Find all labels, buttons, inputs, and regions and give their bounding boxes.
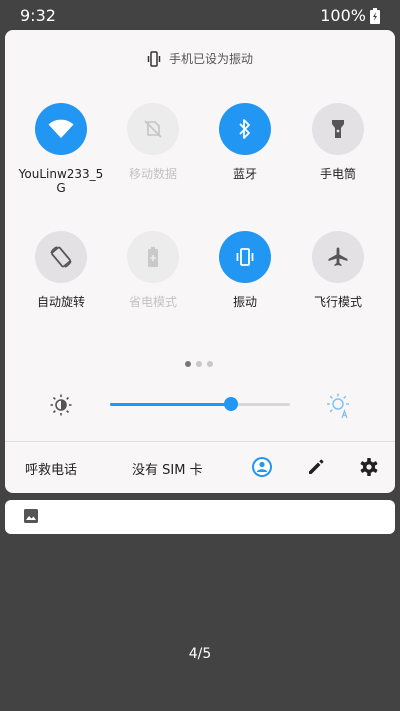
vibrate-icon (147, 50, 161, 67)
flashlight-icon (332, 120, 344, 138)
tile-airplane-mode-button[interactable] (312, 231, 364, 283)
status-bar: 9:32 100% (0, 0, 400, 30)
ringer-mode-text: 手机已设为振动 (168, 52, 253, 66)
tile-battery-saver-button[interactable] (127, 231, 179, 283)
tile-mobile-data-button[interactable] (127, 103, 179, 155)
tile-mobile-data-label: 移动数据 (128, 167, 177, 181)
wifi-icon (48, 119, 74, 138)
edit-pencil-icon[interactable] (305, 456, 327, 478)
tile-vibrate-button[interactable] (219, 231, 271, 283)
brightness-slider-thumb[interactable] (223, 397, 238, 411)
battery-percent: 100% (320, 6, 366, 25)
tile-vibrate[interactable]: 振动 (199, 231, 291, 309)
tile-auto-rotate-label: 自动旋转 (36, 295, 85, 309)
auto-rotate-icon (50, 246, 72, 268)
bluetooth-icon (239, 119, 250, 139)
brightness-slider-fill (110, 403, 231, 406)
tile-bluetooth-button[interactable] (219, 103, 271, 155)
mobile-data-off-icon (144, 120, 162, 138)
tile-airplane-mode-label: 飞行模式 (313, 295, 362, 309)
user-account-icon[interactable] (251, 456, 273, 478)
tile-wifi-button[interactable] (35, 103, 87, 155)
page-indicator (185, 361, 213, 367)
brightness-slider-row (5, 390, 395, 420)
page-dot[interactable] (207, 361, 213, 367)
battery-saver-icon (148, 247, 158, 267)
tile-bluetooth-label: 蓝牙 (232, 167, 257, 181)
page-counter: 4/5 (188, 646, 212, 662)
image-icon (24, 509, 38, 523)
tile-auto-rotate-button[interactable] (35, 231, 87, 283)
emergency-call-button[interactable]: 呼救电话 (25, 459, 77, 478)
notification-card[interactable] (5, 500, 395, 534)
vibrate-icon (236, 248, 254, 266)
quick-settings-panel: 手机已设为振动 YouLinw233_5G 移动数据 蓝牙 手电筒 自动旋转 省… (5, 30, 395, 493)
tile-battery-saver-label: 省电模式 (128, 295, 177, 309)
tile-auto-rotate[interactable]: 自动旋转 (15, 231, 107, 309)
page-dot[interactable] (185, 361, 191, 367)
battery-indicator: 100% (320, 6, 380, 25)
ringer-mode-banner[interactable]: 手机已设为振动 (5, 50, 395, 67)
tile-battery-saver[interactable]: 省电模式 (107, 231, 199, 309)
carrier-label: 没有 SIM 卡 (132, 463, 203, 478)
airplane-icon (328, 247, 348, 266)
quick-settings-footer: 呼救电话 没有 SIM 卡 (5, 442, 395, 493)
brightness-low-icon (50, 394, 72, 416)
tile-mobile-data[interactable]: 移动数据 (107, 103, 199, 181)
tile-flashlight-label: 手电筒 (319, 167, 356, 181)
auto-brightness-icon[interactable] (325, 392, 353, 420)
page-dot[interactable] (196, 361, 202, 367)
tile-bluetooth[interactable]: 蓝牙 (199, 103, 291, 181)
tile-wifi[interactable]: YouLinw233_5G (15, 103, 107, 195)
tile-airplane-mode[interactable]: 飞行模式 (292, 231, 384, 309)
tile-flashlight-button[interactable] (312, 103, 364, 155)
battery-charging-icon (370, 7, 380, 24)
tile-flashlight[interactable]: 手电筒 (292, 103, 384, 181)
clock: 9:32 (20, 6, 56, 25)
brightness-slider[interactable] (110, 397, 290, 411)
settings-gear-icon[interactable] (358, 456, 380, 478)
tile-wifi-label: YouLinw233_5G (18, 167, 104, 195)
tile-vibrate-label: 振动 (232, 295, 257, 309)
